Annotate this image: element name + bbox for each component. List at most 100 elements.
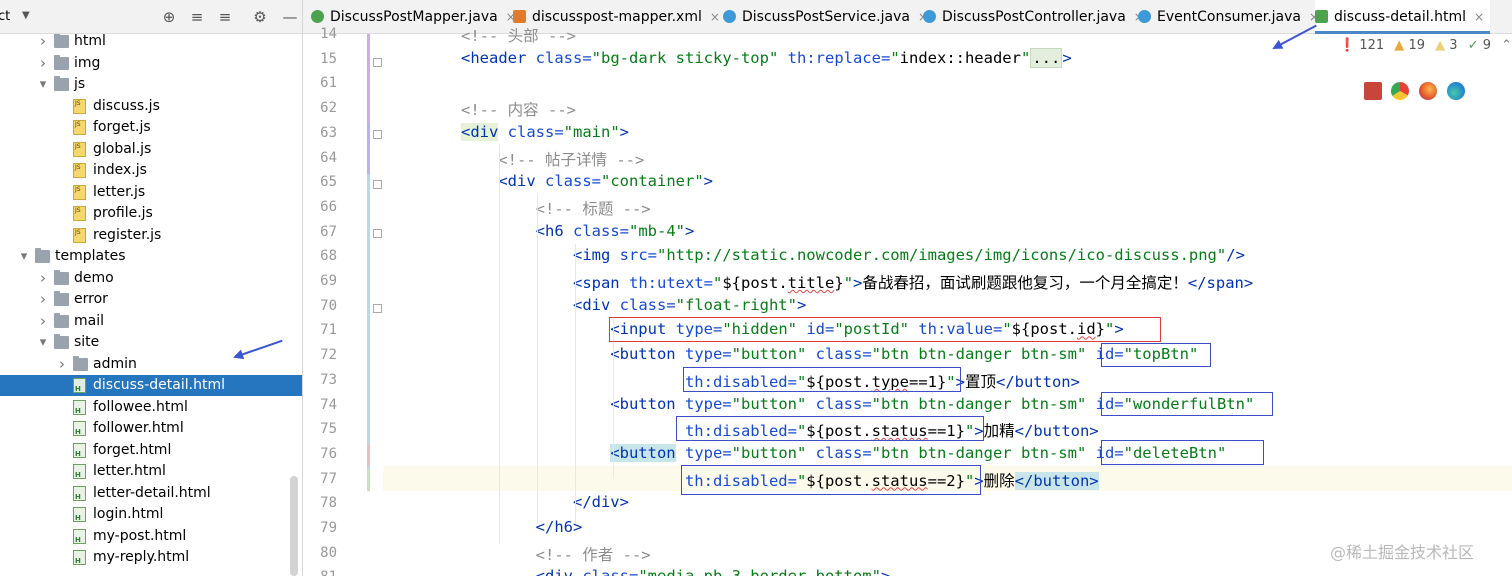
tree-item[interactable]: ▾ js bbox=[0, 74, 302, 95]
tree-item[interactable]: › admin bbox=[0, 354, 302, 375]
close-icon[interactable]: × bbox=[1474, 0, 1484, 34]
tree-item[interactable]: JS discuss.js bbox=[0, 96, 302, 117]
tree-item[interactable]: Hlogin.html bbox=[0, 504, 302, 525]
tab-discuss-detail-html[interactable]: discuss-detail.html × bbox=[1315, 0, 1491, 34]
js-file-icon: JS bbox=[73, 98, 86, 114]
tab-eventconsumer-java[interactable]: EventConsumer.java× bbox=[1138, 0, 1325, 34]
chevron-right-icon[interactable]: › bbox=[37, 289, 49, 310]
chevron-down-icon[interactable]: ▾ bbox=[18, 246, 30, 267]
expand-all-icon[interactable]: ≡ bbox=[188, 8, 206, 26]
project-scrollbar[interactable] bbox=[290, 476, 298, 576]
folder-icon bbox=[54, 291, 69, 306]
collapse-all-icon[interactable]: ≡ bbox=[216, 8, 234, 26]
tree-item[interactable]: JS profile.js bbox=[0, 203, 302, 224]
chevron-right-icon[interactable]: › bbox=[37, 53, 49, 74]
tree-item-label: discuss.js bbox=[93, 97, 160, 114]
chevron-right-icon[interactable]: › bbox=[37, 311, 49, 332]
code-line[interactable]: </div> bbox=[461, 493, 629, 511]
fold-marker[interactable] bbox=[373, 130, 382, 139]
tree-item[interactable]: JS forget.js bbox=[0, 117, 302, 138]
code-line[interactable]: </h6> bbox=[461, 518, 583, 536]
folder-icon bbox=[54, 269, 69, 285]
code-line[interactable]: <h6 class="mb-4"> bbox=[461, 222, 695, 240]
tree-item[interactable]: › html bbox=[0, 31, 302, 52]
class-icon bbox=[1138, 10, 1151, 23]
vcs-change-marker[interactable] bbox=[367, 124, 370, 174]
line-number: 72 bbox=[320, 347, 337, 364]
code-line[interactable]: <img src="http://static.nowcoder.com/ima… bbox=[461, 246, 1245, 264]
tree-item[interactable]: Hforget.html bbox=[0, 440, 302, 461]
code-line[interactable]: <div class="media pb-3 border-bottom"> bbox=[461, 567, 891, 576]
folder-icon bbox=[54, 334, 69, 349]
edge-icon[interactable] bbox=[1447, 82, 1465, 100]
vcs-change-marker[interactable] bbox=[367, 444, 370, 466]
indent-guide bbox=[613, 319, 614, 479]
vcs-change-marker[interactable] bbox=[367, 34, 370, 134]
html-file-icon: H bbox=[73, 485, 86, 501]
tree-item[interactable]: Hfollower.html bbox=[0, 418, 302, 439]
code-line[interactable]: <button type="button" class="btn btn-dan… bbox=[461, 345, 1198, 363]
chevron-right-icon[interactable]: › bbox=[37, 268, 49, 289]
code-line[interactable]: <!-- 作者 --> bbox=[461, 543, 651, 565]
chevron-up-icon[interactable]: ⌃ bbox=[1501, 38, 1512, 53]
code-editor[interactable]: 14 15 61 62 63 64 65 66 67 68 69 70 71 72 73 74 75 76 77 78… bbox=[303, 26, 1512, 576]
tree-item-label: letter-detail.html bbox=[93, 484, 211, 501]
tree-item[interactable]: Hmy-post.html bbox=[0, 526, 302, 547]
tree-item[interactable]: Hmy-reply.html bbox=[0, 547, 302, 568]
code-line[interactable]: <!-- 帖子详情 --> bbox=[461, 148, 644, 170]
fold-marker[interactable] bbox=[373, 304, 382, 313]
html-file-icon: H bbox=[73, 378, 86, 393]
tab-label: discuss-detail.html bbox=[1334, 9, 1466, 25]
tab-discusspostservice-java[interactable]: DiscussPostService.java× bbox=[723, 0, 934, 34]
tree-item[interactable]: › mail bbox=[0, 311, 302, 332]
firefox-icon[interactable] bbox=[1419, 82, 1437, 100]
fold-marker[interactable] bbox=[373, 180, 382, 189]
tree-item-label: index.js bbox=[93, 162, 147, 178]
code-line[interactable]: <!-- 标题 --> bbox=[461, 197, 651, 219]
tree-item[interactable]: JS global.js bbox=[0, 139, 302, 160]
project-panel-header: ct ▼ ⊕ ≡ ≡ ⚙ — bbox=[0, 0, 302, 34]
code-line[interactable]: <header class="bg-dark sticky-top" th:re… bbox=[461, 47, 1072, 68]
fold-marker[interactable] bbox=[373, 229, 382, 238]
tree-item[interactable]: JS letter.js bbox=[0, 182, 302, 203]
tab-discusspostcontroller-java[interactable]: DiscussPostController.java× bbox=[923, 0, 1150, 34]
tree-item[interactable]: › img bbox=[0, 53, 302, 74]
chevron-down-icon[interactable]: ▼ bbox=[22, 10, 30, 21]
chevron-down-icon[interactable]: ▾ bbox=[37, 74, 49, 95]
tree-item[interactable]: Hletter.html bbox=[0, 461, 302, 482]
vcs-change-marker[interactable] bbox=[367, 469, 370, 491]
tree-item[interactable]: Hdiscuss-detail.html bbox=[0, 375, 302, 396]
fold-marker[interactable] bbox=[373, 58, 382, 67]
tree-item[interactable]: › error bbox=[0, 289, 302, 310]
line-number: 14 bbox=[320, 26, 337, 42]
code-line[interactable]: <div class="float-right"> bbox=[461, 296, 806, 314]
line-number: 66 bbox=[320, 198, 337, 215]
tree-item[interactable]: ▾ templates bbox=[0, 246, 302, 267]
tree-item[interactable]: › demo bbox=[0, 268, 302, 289]
chrome-icon[interactable] bbox=[1391, 82, 1409, 100]
hide-panel-icon[interactable]: — bbox=[281, 8, 299, 26]
chevron-down-icon[interactable]: ▾ bbox=[37, 332, 49, 353]
locate-icon[interactable]: ⊕ bbox=[160, 8, 178, 26]
inspection-widget[interactable]: ❗ 121 ▲ 19 ▲ 3 ✓ 9 ⌃ bbox=[1339, 38, 1512, 53]
tree-item-label: html bbox=[74, 33, 106, 49]
chevron-right-icon[interactable]: › bbox=[37, 31, 49, 52]
code-line[interactable]: <!-- 头部 --> bbox=[461, 24, 576, 46]
tree-item-label: register.js bbox=[93, 226, 162, 243]
tree-item[interactable]: Hfollowee.html bbox=[0, 397, 302, 418]
code-line[interactable]: <div class="main"> bbox=[461, 122, 629, 141]
tree-item[interactable]: JS register.js bbox=[0, 225, 302, 246]
gear-icon[interactable]: ⚙ bbox=[251, 8, 269, 26]
tree-item-label: js bbox=[74, 76, 86, 92]
js-file-icon: JS bbox=[73, 141, 86, 157]
vcs-change-marker[interactable] bbox=[367, 174, 370, 474]
tree-item[interactable]: JS index.js bbox=[0, 160, 302, 181]
close-icon[interactable]: × bbox=[710, 0, 720, 34]
intellij-icon[interactable] bbox=[1364, 82, 1382, 100]
code-line[interactable]: <!-- 内容 --> bbox=[461, 98, 576, 120]
line-number: 76 bbox=[320, 445, 337, 462]
tree-item[interactable]: Hletter-detail.html bbox=[0, 483, 302, 504]
code-line[interactable]: <span th:utext="${post.title}">备战春招，面试刷题… bbox=[461, 271, 1253, 293]
chevron-right-icon[interactable]: › bbox=[56, 354, 68, 375]
annotation-box-topbtn-disabled bbox=[683, 367, 961, 392]
